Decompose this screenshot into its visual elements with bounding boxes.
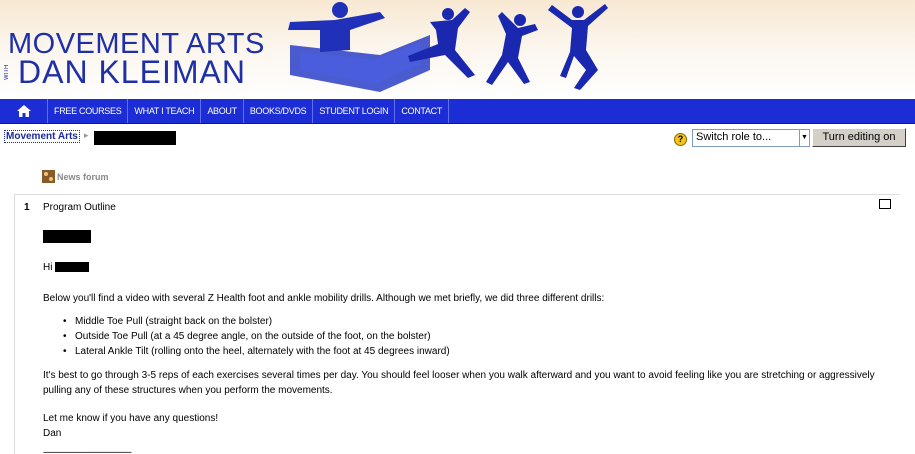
list-item: Middle Toe Pull (straight back on the bo… [63, 314, 450, 329]
nav-what-i-teach[interactable]: WHAT I TEACH [128, 99, 202, 123]
nav-about[interactable]: ABOUT [201, 99, 244, 123]
news-forum-label: News forum [57, 171, 109, 182]
forum-icon [42, 170, 55, 183]
drill-list: Middle Toe Pull (straight back on the bo… [63, 314, 450, 359]
switch-role-value: Switch role to... [696, 131, 772, 143]
nav-free-courses[interactable]: FREE COURSES [48, 99, 129, 123]
breadcrumb-current-redacted [94, 131, 176, 145]
news-forum-link[interactable]: News forum [42, 170, 109, 183]
divider-rule: ----------------------------------------… [43, 447, 132, 454]
section-number: 1 [24, 202, 30, 213]
logo-name[interactable]: DAN KLEIMAN [18, 54, 246, 91]
home-icon [16, 105, 31, 117]
greeting-text: Hi [43, 262, 53, 273]
logo-with-text: WITH [4, 64, 10, 80]
breadcrumb-bar: Movement Arts ▸ ? Switch role to... ▼ Tu… [0, 126, 915, 150]
nav-home[interactable] [0, 99, 48, 123]
main-nav: FREE COURSES WHAT I TEACH ABOUT BOOKS/DV… [0, 99, 915, 124]
redacted-heading [43, 230, 91, 243]
turn-editing-on-button[interactable]: Turn editing on [812, 128, 906, 147]
chevron-down-icon[interactable]: ▼ [799, 130, 809, 146]
section-highlight-checkbox[interactable] [879, 199, 891, 209]
advice-paragraph: It's best to go through 3-5 reps of each… [43, 370, 875, 396]
signature: Dan [43, 428, 62, 439]
closing-line: Let me know if you have any questions! [43, 413, 219, 424]
dancer-figures-graphic [288, 2, 608, 92]
help-icon[interactable]: ? [674, 133, 687, 146]
nav-contact[interactable]: CONTACT [395, 99, 450, 123]
breadcrumb-home-link[interactable]: Movement Arts [4, 130, 80, 143]
switch-role-select[interactable]: Switch role to... ▼ [692, 129, 810, 147]
header-banner: MOVEMENT ARTS WITH DAN KLEIMAN [0, 0, 915, 99]
course-section: 1 Program Outline Hi Below you'll find a… [14, 194, 900, 454]
nav-student-login[interactable]: STUDENT LOGIN [313, 99, 396, 123]
section-title: Program Outline [43, 202, 116, 213]
nav-books-dvds[interactable]: BOOKS/DVDS [244, 99, 314, 123]
intro-paragraph: Below you'll find a video with several Z… [43, 293, 605, 304]
redacted-name [55, 262, 89, 272]
list-item: Lateral Ankle Tilt (rolling onto the hee… [63, 344, 450, 359]
list-item: Outside Toe Pull (at a 45 degree angle, … [63, 329, 450, 344]
breadcrumb-separator: ▸ [84, 130, 89, 140]
